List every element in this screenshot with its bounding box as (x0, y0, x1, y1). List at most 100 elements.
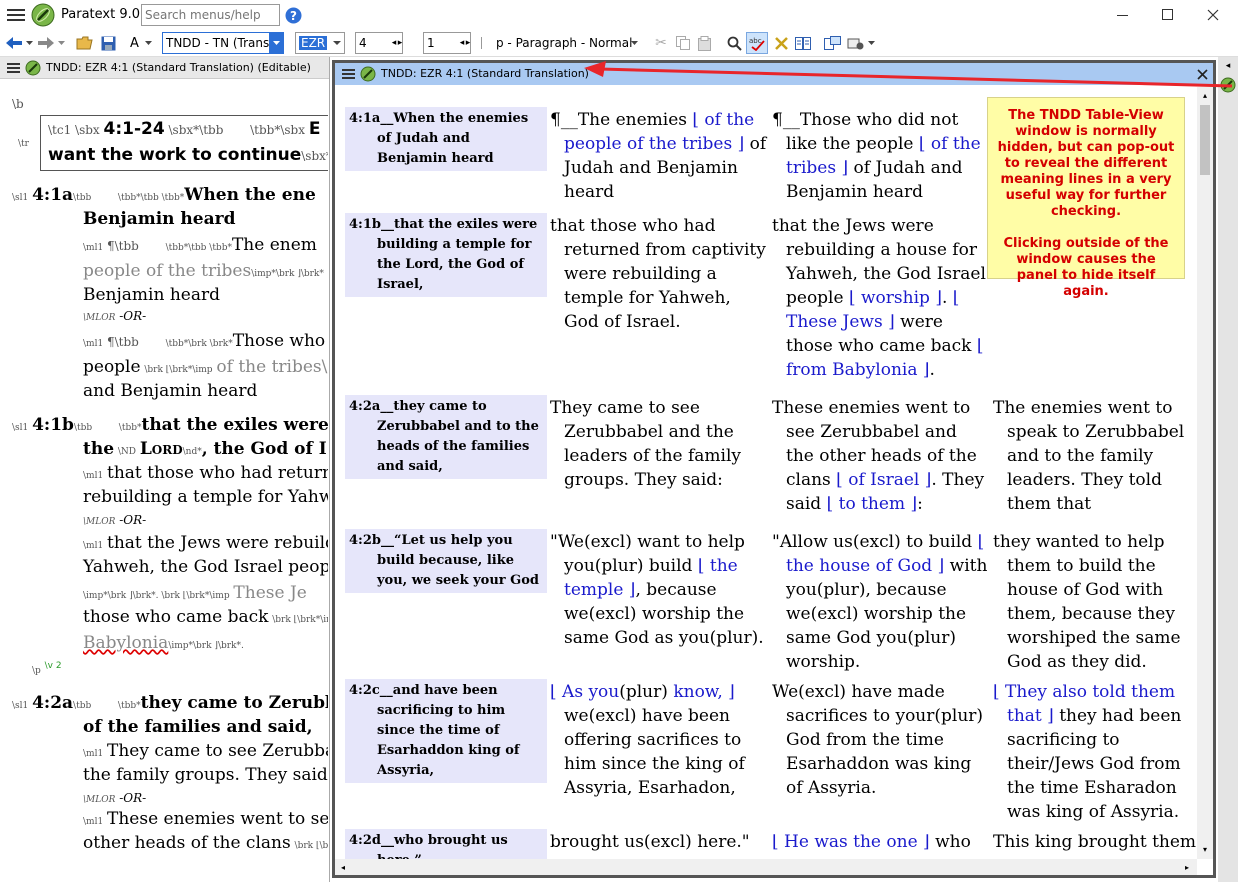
usfm-marker: \MLOR (83, 795, 116, 805)
text-line: \MLOR -OR- (83, 791, 146, 805)
annotation-note-text: The TNDD Table-View window is normally h… (997, 108, 1175, 299)
table-cell[interactable]: they wanted to help them to build the ho… (993, 530, 1197, 674)
table-cell[interactable]: This king brought them (993, 830, 1197, 854)
minimize-button[interactable] (1108, 5, 1138, 25)
find-icon[interactable] (725, 33, 743, 53)
cell-text: brought us(excl) here." (550, 832, 750, 852)
usfm-editor-content[interactable]: \b \tr \tc1 \sbx 4:1-24 \sbx*\tbb \tbb*\… (0, 81, 328, 881)
section-heading-text: E (308, 119, 321, 139)
table-cell[interactable]: The enemies went to speak to Zerubbabel … (993, 396, 1197, 516)
table-cell[interactable]: We(excl) have made sacrifices to your(pl… (772, 680, 990, 800)
search-menus-input[interactable] (141, 4, 280, 26)
scroll-left-icon[interactable]: ◂ (337, 861, 349, 873)
cut-icon[interactable]: ✂ (652, 33, 670, 53)
meaning-line-ref[interactable]: 4:1a__When the enemies of Judah and Benj… (345, 107, 547, 171)
usfm-marker: \sl1 (12, 701, 29, 711)
usfm-marker: ¶\tbb (107, 239, 139, 253)
send-receive-icon[interactable] (822, 33, 842, 53)
table-cell[interactable]: They came to see Zerubbabel and the lead… (550, 396, 768, 492)
app-title: Paratext 9.0 (61, 7, 140, 22)
paragraph-style-combo[interactable]: p - Paragraph - Normal (496, 36, 632, 50)
meaning-line-ref[interactable]: 4:2d__who brought us here.” (345, 829, 547, 859)
help-icon[interactable]: ? (284, 6, 302, 24)
table-cell[interactable]: These enemies went to see Zerubbabel and… (772, 396, 990, 516)
implied-text: ⌊ As you (550, 682, 620, 702)
save-icon[interactable] (98, 33, 118, 53)
biblical-terms-icon[interactable] (772, 33, 790, 53)
scroll-down-icon[interactable]: ▾ (1199, 843, 1211, 855)
or-separator: -OR- (119, 309, 147, 323)
usfm-marker: ¶\tbb (107, 335, 139, 349)
text-line: the family groups. They said: (83, 765, 328, 785)
forward-arrow-icon[interactable] (36, 33, 56, 53)
table-cell[interactable]: ¶__Those who did not like the people ⌊ o… (772, 108, 990, 204)
text-line: \MLOR -OR- (83, 513, 146, 527)
usfm-marker: \ml1 (83, 817, 104, 827)
spell-check-icon[interactable]: abc (746, 32, 768, 54)
pane-menu-icon[interactable] (6, 62, 20, 74)
text-style-dropdown-icon[interactable] (143, 33, 153, 53)
usfm-marker: \brk ⌊\brk*\i (294, 841, 328, 851)
toolbar: A TNDD - TN (Trans EZR 4 ◂ ▸ 1 ◂ ▸ p - P… (0, 30, 1238, 57)
cell-text: (plur) (619, 682, 674, 702)
close-window-button[interactable] (1198, 5, 1228, 25)
scrollbar-thumb[interactable] (1200, 105, 1210, 175)
back-arrow-icon[interactable] (4, 33, 24, 53)
open-folder-icon[interactable] (74, 33, 94, 53)
popout-menu-icon[interactable] (341, 68, 355, 80)
table-cell[interactable]: that the Jews were rebuilding a house fo… (772, 214, 990, 382)
table-cell[interactable]: brought us(excl) here." (550, 830, 768, 854)
scroll-right-icon[interactable]: ▸ (1181, 861, 1193, 873)
cell-text: . (941, 288, 953, 308)
cell-text: The enemies went to speak to Zerubbabel … (993, 398, 1185, 514)
text-style-button[interactable]: A (130, 36, 139, 51)
parallel-passages-icon[interactable] (794, 33, 812, 53)
usfm-marker: \ml1 (83, 749, 104, 759)
style-dropdown-icon[interactable] (629, 33, 639, 53)
project-tools-icon[interactable] (845, 33, 865, 53)
translation-text: those who came back (83, 607, 269, 627)
book-dropdown-icon[interactable] (331, 33, 343, 53)
text-line: of the families and said, (83, 717, 313, 737)
verse-next-icon[interactable]: ▸ (465, 33, 471, 53)
table-cell[interactable]: ⌊ They also told them that ⌋ they had be… (993, 680, 1197, 824)
copy-icon[interactable] (674, 33, 692, 53)
paste-icon[interactable] (696, 33, 714, 53)
usfm-marker: \ml1 (83, 471, 104, 481)
hamburger-menu-icon[interactable] (6, 6, 26, 24)
text-line: Benjamin heard (83, 285, 220, 305)
meaning-line-ref[interactable]: 4:1b__that the exiles were building a te… (345, 213, 547, 297)
title-bar: Paratext 9.0 ? (0, 0, 1238, 30)
chapter-next-icon[interactable]: ▸ (397, 33, 403, 53)
meaning-line-ref[interactable]: 4:2b__“Let us help you build because, li… (345, 529, 547, 593)
implied-text: Babylonia (83, 633, 169, 653)
source-text: they came to Zerubb (140, 693, 328, 713)
project-tools-dropdown-icon[interactable] (866, 33, 876, 53)
project-combo-dropdown-icon[interactable] (269, 33, 283, 53)
table-cell[interactable]: "We(excl) want to help you(plur) build ⌊… (550, 530, 768, 650)
meaning-line-ref[interactable]: 4:2a__they came to Zerubbabel and to the… (345, 395, 547, 479)
table-cell[interactable]: "Allow us(excl) to build ⌊ the house of … (772, 530, 990, 674)
source-text: When the ene (184, 185, 316, 205)
divine-name: Lord (139, 439, 183, 459)
marker-line: \b (12, 97, 24, 111)
table-cell[interactable]: ⌊ As you(plur) know, ⌋ we(excl) have bee… (550, 680, 768, 800)
text-line: Yahweh, the God Israel people (83, 557, 328, 577)
cell-text: We(excl) have made sacrifices to your(pl… (772, 682, 984, 798)
translation-text: These enemies went to see (107, 809, 328, 829)
back-dropdown-icon[interactable] (24, 33, 34, 53)
maximize-button[interactable] (1153, 5, 1183, 25)
meaning-line-ref[interactable]: 4:2c__and have been sacrificing to him s… (345, 679, 547, 783)
horizontal-scrollbar[interactable]: ◂ ▸ (335, 859, 1197, 875)
table-cell[interactable]: ⌊ He was the one ⌋ who (772, 830, 990, 854)
table-cell[interactable]: ¶__The enemies ⌊ of the people of the tr… (550, 108, 768, 204)
verse-dropdown-icon[interactable] (478, 33, 488, 53)
vertical-scrollbar[interactable]: ▴ ▾ (1197, 87, 1213, 859)
text-line: \ml1 that the Jews were rebuildi (83, 533, 328, 553)
forward-dropdown-icon[interactable] (56, 33, 66, 53)
project-combo[interactable]: TNDD - TN (Trans (162, 32, 284, 54)
table-cell[interactable]: that those who had returned from captivi… (550, 214, 768, 334)
source-text: Benjamin heard (83, 209, 236, 229)
source-text: the (83, 439, 115, 459)
cell-text: This king brought them (993, 832, 1197, 852)
